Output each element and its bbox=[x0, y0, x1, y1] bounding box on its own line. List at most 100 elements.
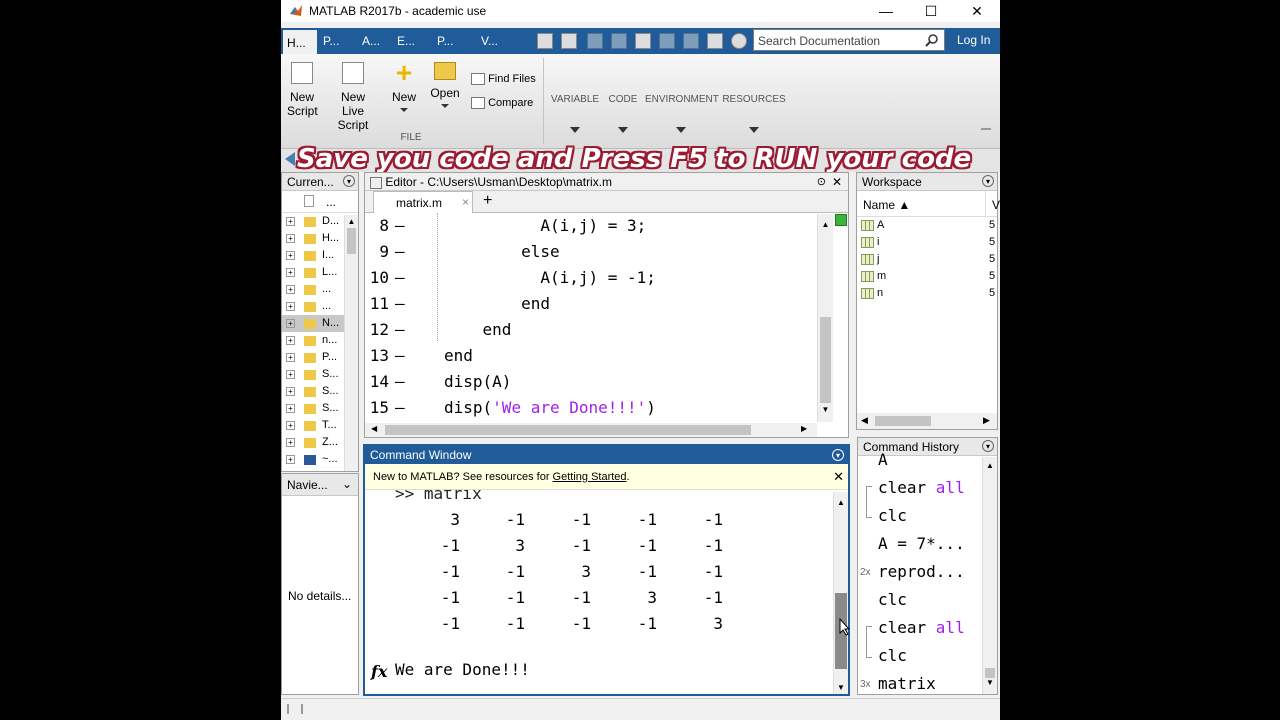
new-live-script-button[interactable]: New Live Script bbox=[325, 62, 381, 132]
scroll-up-icon[interactable]: ▲ bbox=[345, 217, 358, 226]
folder-scroll-thumb[interactable] bbox=[347, 228, 356, 254]
panel-menu-icon[interactable]: ▾ bbox=[982, 175, 994, 187]
panel-menu-icon[interactable]: ⊙ bbox=[817, 173, 826, 191]
log-in-button[interactable]: Log In bbox=[957, 33, 990, 47]
expand-icon[interactable]: + bbox=[286, 268, 295, 277]
new-script-button[interactable]: New Script bbox=[287, 62, 318, 118]
workspace-variable-row[interactable]: A5 bbox=[857, 217, 997, 234]
code-analyzer-status-icon[interactable] bbox=[835, 214, 847, 226]
expand-icon[interactable]: + bbox=[286, 285, 295, 294]
new-button[interactable]: + New bbox=[389, 59, 419, 112]
history-entry[interactable]: 2x reprod... bbox=[858, 560, 982, 586]
close-icon[interactable]: ✕ bbox=[833, 464, 844, 490]
expand-icon[interactable]: + bbox=[286, 438, 295, 447]
resources-section-button[interactable]: RESOURCES bbox=[721, 94, 787, 133]
scroll-left-icon[interactable]: ◀ bbox=[861, 415, 868, 426]
scroll-up-icon[interactable]: ▲ bbox=[983, 461, 997, 470]
undo-icon[interactable] bbox=[659, 33, 675, 49]
tab-editor[interactable]: E... bbox=[393, 28, 423, 54]
tab-plots[interactable]: P... bbox=[319, 28, 353, 54]
compare-button[interactable]: Compare bbox=[471, 97, 533, 110]
code-section-button[interactable]: CODE bbox=[603, 94, 643, 133]
workspace-variable-row[interactable]: i5 bbox=[857, 234, 997, 251]
tab-matrix-m[interactable]: matrix.m × bbox=[373, 191, 473, 213]
expand-icon[interactable]: + bbox=[286, 234, 295, 243]
scroll-right-icon[interactable]: ▶ bbox=[801, 424, 807, 433]
history-entry[interactable]: A bbox=[858, 448, 982, 474]
scroll-down-icon[interactable]: ▼ bbox=[983, 678, 997, 687]
switch-windows-icon[interactable] bbox=[707, 33, 723, 49]
workspace-hscroll[interactable]: ◀ ▶ bbox=[857, 413, 997, 429]
history-entry[interactable]: 3x matrix bbox=[858, 672, 982, 694]
panel-menu-icon[interactable]: ▾ bbox=[343, 175, 355, 187]
code-editor[interactable]: 8 — A(i,j) = 3; 9 — else 10 — A(i,j) = -1; 11 —… bbox=[365, 213, 848, 423]
workspace-variable-row[interactable]: n5 bbox=[857, 285, 997, 302]
expand-icon[interactable]: + bbox=[286, 421, 295, 430]
editor-hscroll-thumb[interactable] bbox=[385, 425, 751, 435]
close-icon[interactable]: ✕ bbox=[832, 173, 842, 191]
getting-started-link[interactable]: Getting Started bbox=[553, 471, 627, 483]
expand-icon[interactable]: + bbox=[286, 370, 295, 379]
value-column-header[interactable]: V bbox=[985, 191, 1000, 217]
history-entry[interactable]: clc bbox=[858, 588, 982, 614]
scroll-up-icon[interactable]: ▲ bbox=[834, 498, 848, 507]
workspace-variable-row[interactable]: m5 bbox=[857, 268, 997, 285]
scroll-down-icon[interactable]: ▼ bbox=[834, 683, 848, 692]
save-icon[interactable] bbox=[561, 33, 577, 49]
history-vscroll-thumb[interactable] bbox=[985, 668, 995, 678]
history-entry[interactable]: clear all bbox=[858, 476, 982, 502]
history-entry[interactable]: A = 7*... bbox=[858, 532, 982, 558]
breakpoint-dash[interactable]: — bbox=[395, 372, 405, 391]
function-browser-icon[interactable]: fx bbox=[371, 662, 387, 681]
expand-icon[interactable]: + bbox=[286, 455, 295, 464]
history-entry[interactable]: clc bbox=[858, 504, 982, 530]
tab-publish[interactable]: P... bbox=[433, 28, 467, 54]
close-button[interactable]: ✕ bbox=[962, 2, 992, 20]
expand-icon[interactable]: + bbox=[286, 336, 295, 345]
history-entry[interactable]: clc bbox=[858, 644, 982, 670]
copy-icon[interactable] bbox=[611, 33, 627, 49]
environment-section-button[interactable]: ENVIRONMENT bbox=[645, 94, 719, 133]
panel-menu-icon[interactable]: ▾ bbox=[982, 440, 994, 452]
breakpoint-dash[interactable]: — bbox=[395, 216, 405, 235]
details-header[interactable]: Navie... ⌄ bbox=[282, 474, 358, 496]
scroll-down-icon[interactable]: ▼ bbox=[818, 405, 833, 414]
breakpoint-dash[interactable]: — bbox=[395, 268, 405, 287]
history-entry[interactable]: clear all bbox=[858, 616, 982, 642]
folder-scrollbar[interactable]: ▲ bbox=[344, 215, 358, 471]
editor-vscroll[interactable]: ▲ ▼ bbox=[817, 214, 833, 422]
command-vscroll[interactable]: ▲ ▼ bbox=[833, 492, 848, 694]
expand-icon[interactable]: + bbox=[286, 319, 295, 328]
panel-menu-icon[interactable]: ▾ bbox=[832, 449, 844, 461]
tab-home[interactable]: H... bbox=[283, 30, 317, 54]
history-vscroll[interactable]: ▲ ▼ bbox=[982, 457, 997, 694]
breakpoint-dash[interactable]: — bbox=[395, 320, 405, 339]
tab-apps[interactable]: A... bbox=[358, 28, 388, 54]
scroll-left-icon[interactable]: ◀ bbox=[371, 424, 377, 433]
find-files-button[interactable]: Find Files bbox=[471, 73, 536, 86]
folder-column-header[interactable]: ... bbox=[326, 195, 336, 209]
search-documentation-input[interactable]: Search Documentation bbox=[753, 29, 945, 51]
expand-icon[interactable]: + bbox=[286, 302, 295, 311]
cut-icon[interactable] bbox=[587, 33, 603, 49]
command-output[interactable]: >> matrix 3 -1 -1 -1 -1 -1 3 -1 -1 -1 -1 -1 3 -1 -1 -1 -… bbox=[365, 490, 848, 692]
scroll-up-icon[interactable]: ▲ bbox=[818, 220, 833, 229]
name-column-header[interactable]: Name ▲ bbox=[863, 198, 910, 212]
breakpoint-dash[interactable]: — bbox=[395, 346, 405, 365]
collapse-toolstrip-icon[interactable] bbox=[981, 128, 991, 136]
maximize-button[interactable]: ☐ bbox=[916, 2, 946, 20]
variable-section-button[interactable]: VARIABLE bbox=[547, 94, 603, 133]
back-arrow-icon[interactable] bbox=[285, 152, 295, 166]
editor-vscroll-thumb[interactable] bbox=[820, 317, 831, 403]
paste-icon[interactable] bbox=[635, 33, 651, 49]
workspace-hscroll-thumb[interactable] bbox=[875, 416, 931, 426]
breakpoint-dash[interactable]: — bbox=[395, 398, 405, 417]
expand-icon[interactable]: + bbox=[286, 251, 295, 260]
expand-icon[interactable]: + bbox=[286, 387, 295, 396]
minimize-button[interactable]: — bbox=[871, 2, 901, 20]
breakpoint-dash[interactable]: — bbox=[395, 294, 405, 313]
redo-icon[interactable] bbox=[683, 33, 699, 49]
breakpoint-dash[interactable]: — bbox=[395, 242, 405, 261]
editor-hscroll[interactable]: ◀ ▶ bbox=[365, 423, 817, 437]
expand-icon[interactable]: + bbox=[286, 217, 295, 226]
